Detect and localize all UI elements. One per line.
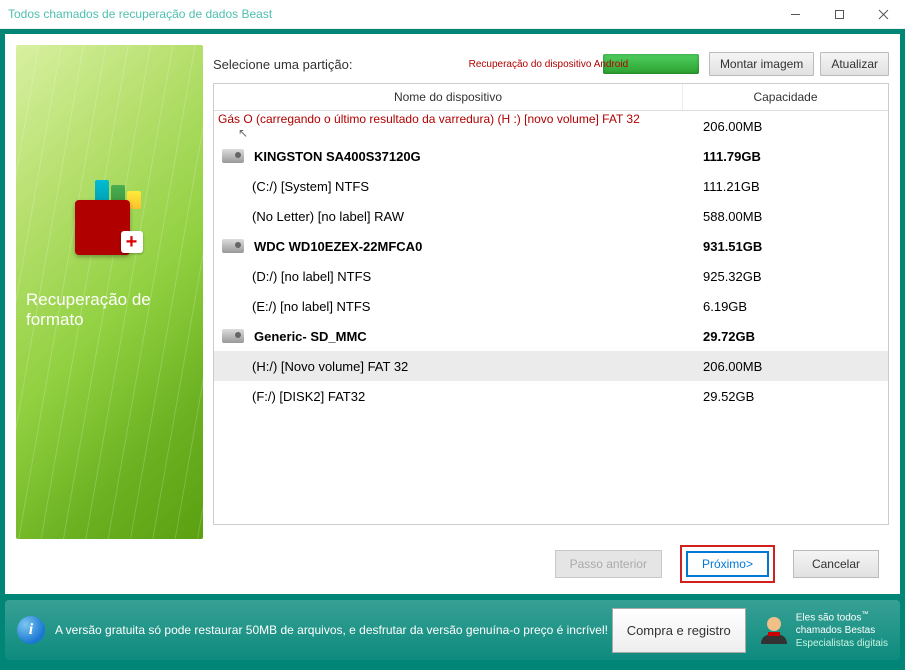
footer-actions: Passo anterior Próximo> Cancelar	[213, 525, 889, 583]
row-name: (F:/) [DISK2] FAT32	[252, 389, 365, 404]
android-recovery-link[interactable]: Recuperação do dispositivo Android	[469, 54, 699, 74]
next-highlight: Próximo>	[680, 545, 775, 583]
device-table: Nome do dispositivo Capacidade Gás O (ca…	[213, 83, 889, 525]
window-controls	[773, 0, 905, 28]
title-bar: Todos chamados de recuperação de dados B…	[0, 0, 905, 29]
partition-row[interactable]: (D:/) [no label] NTFS 925.32GB	[214, 261, 888, 291]
minimize-button[interactable]	[773, 0, 817, 28]
slogan-line-3: Especialistas digitais	[796, 637, 888, 650]
row-name: Generic- SD_MMC	[254, 329, 367, 344]
partition-row[interactable]: (H:/) [Novo volume] FAT 32 206.00MB	[214, 351, 888, 381]
row-name: (H:/) [Novo volume] FAT 32	[252, 359, 408, 374]
row-capacity: 29.52GB	[683, 389, 888, 404]
row-capacity: 931.51GB	[683, 239, 888, 254]
close-button[interactable]	[861, 0, 905, 28]
scan-info-text: Gás O (carregando o último resultado da …	[218, 112, 640, 126]
slogan-box: Eles são todos™ chamados Bestas Especial…	[758, 610, 888, 650]
window-title: Todos chamados de recuperação de dados B…	[0, 7, 272, 21]
info-icon: i	[17, 616, 45, 644]
partition-row[interactable]: (C:/) [System] NTFS 111.21GB	[214, 171, 888, 201]
next-button[interactable]: Próximo>	[686, 551, 769, 577]
row-name: (E:/) [no label] NTFS	[252, 299, 370, 314]
row-capacity: 6.19GB	[683, 299, 888, 314]
slogan-line-1: Eles são todos	[796, 612, 862, 623]
bottom-bar: i A versão gratuita só pode restaurar 50…	[5, 600, 900, 660]
buy-register-button[interactable]: Compra e registro	[612, 608, 746, 653]
row-capacity: 206.00MB	[683, 359, 888, 374]
disk-icon	[222, 329, 244, 343]
partition-row[interactable]: (F:/) [DISK2] FAT32 29.52GB	[214, 381, 888, 411]
select-partition-label: Selecione uma partição:	[213, 57, 352, 72]
top-row: Selecione uma partição: Recuperação do d…	[213, 45, 889, 83]
row-name: (D:/) [no label] NTFS	[252, 269, 371, 284]
scan-result-row[interactable]: Gás O (carregando o último resultado da …	[214, 111, 888, 141]
cancel-button[interactable]: Cancelar	[793, 550, 879, 578]
disk-row[interactable]: KINGSTON SA400S37120G 111.79GB	[214, 141, 888, 171]
column-capacity[interactable]: Capacidade	[683, 84, 888, 110]
prev-step-button: Passo anterior	[555, 550, 662, 578]
mount-image-button[interactable]: Montar imagem	[709, 52, 814, 76]
content-area: Recuperação de formato Selecione uma par…	[5, 34, 900, 594]
row-name: KINGSTON SA400S37120G	[254, 149, 421, 164]
panel-heading: Recuperação de formato	[26, 290, 203, 331]
partition-row[interactable]: (E:/) [no label] NTFS 6.19GB	[214, 291, 888, 321]
disk-icon	[222, 149, 244, 163]
row-capacity: 588.00MB	[683, 209, 888, 224]
row-name: (No Letter) [no label] RAW	[252, 209, 404, 224]
avatar-icon	[758, 614, 790, 646]
row-capacity: 111.21GB	[683, 179, 888, 194]
row-capacity: 925.32GB	[683, 269, 888, 284]
left-panel: Recuperação de formato	[16, 45, 203, 539]
slogan-line-2: chamados Bestas	[796, 624, 888, 637]
disk-row[interactable]: WDC WD10EZEX-22MFCA0 931.51GB	[214, 231, 888, 261]
row-capacity: 29.72GB	[683, 329, 888, 344]
partition-row[interactable]: (No Letter) [no label] RAW 588.00MB	[214, 201, 888, 231]
row-name: WDC WD10EZEX-22MFCA0	[254, 239, 422, 254]
column-device-name[interactable]: Nome do dispositivo	[214, 84, 683, 110]
row-name: (C:/) [System] NTFS	[252, 179, 369, 194]
recovery-icon	[65, 175, 155, 255]
update-button[interactable]: Atualizar	[820, 52, 889, 76]
disk-row[interactable]: Generic- SD_MMC 29.72GB	[214, 321, 888, 351]
scan-info-capacity: 206.00MB	[683, 119, 888, 134]
right-panel: Selecione uma partição: Recuperação do d…	[213, 45, 889, 583]
plus-icon	[121, 231, 143, 253]
cursor-icon: ↖	[218, 126, 248, 140]
outer-frame: Recuperação de formato Selecione uma par…	[0, 29, 905, 670]
free-version-text: A versão gratuita só pode restaurar 50MB…	[55, 623, 608, 637]
disk-icon	[222, 239, 244, 253]
maximize-button[interactable]	[817, 0, 861, 28]
row-capacity: 111.79GB	[683, 149, 888, 164]
